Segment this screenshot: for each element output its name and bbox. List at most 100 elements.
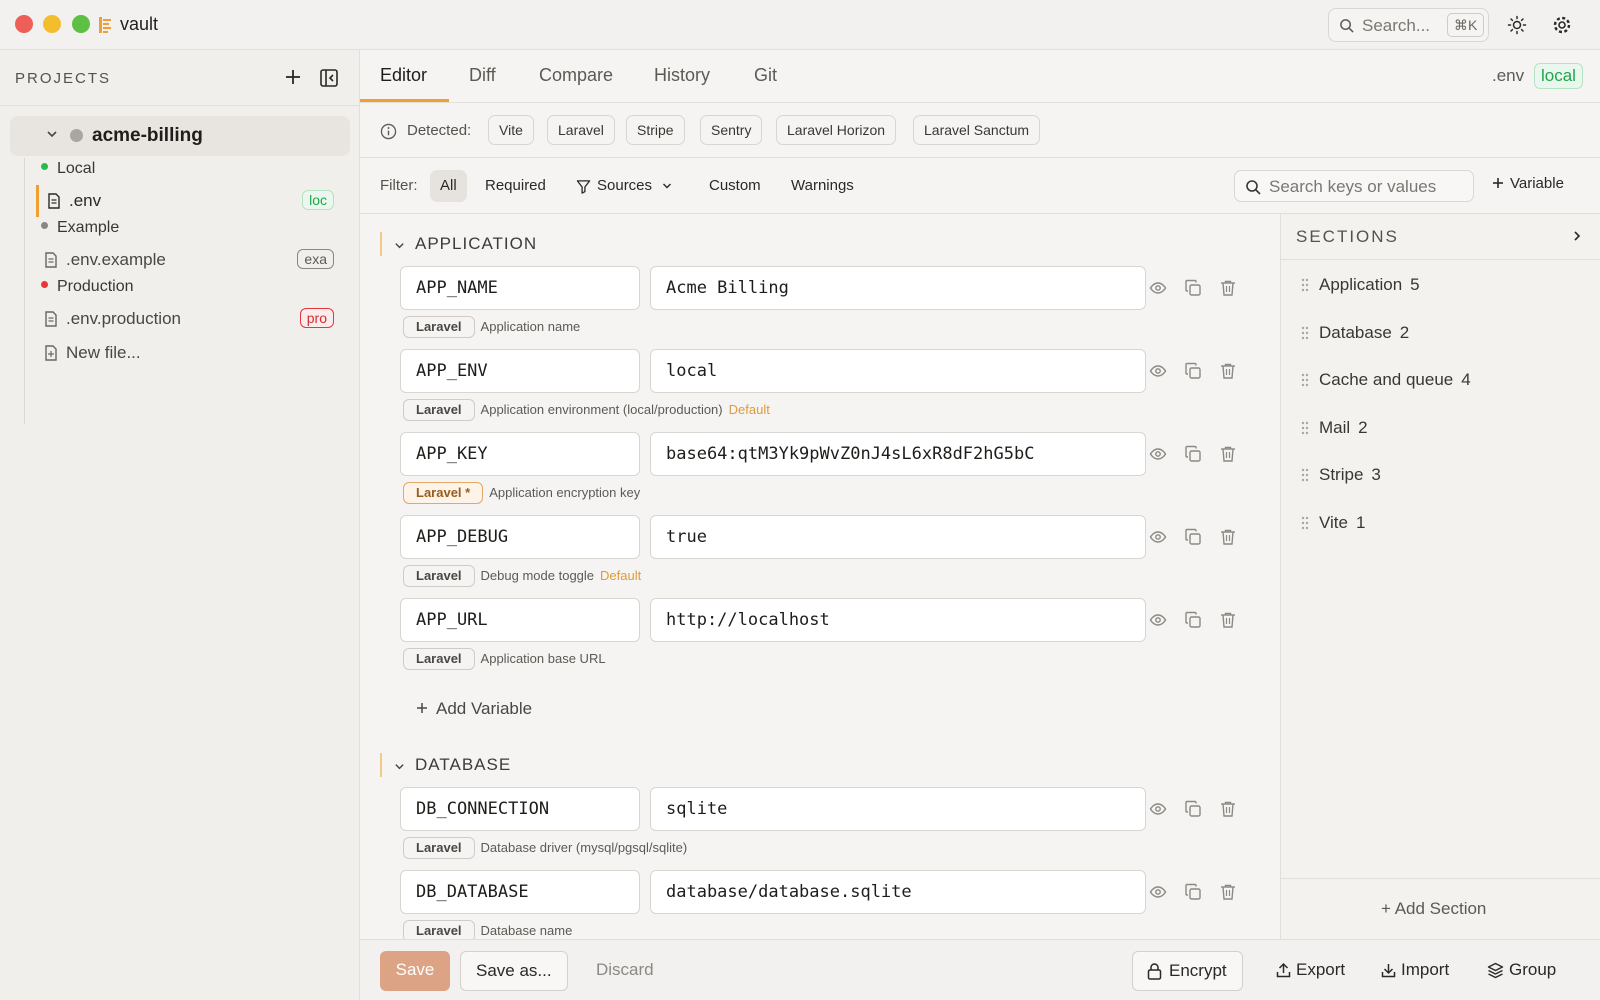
source-tag[interactable]: Laravel: [403, 316, 475, 338]
variable-value-field[interactable]: true: [650, 515, 1146, 559]
detected-chip-vite[interactable]: Vite: [488, 115, 534, 145]
detected-chip-stripe[interactable]: Stripe: [626, 115, 685, 145]
filter-all[interactable]: All: [430, 170, 467, 202]
drag-handle-icon[interactable]: [1301, 516, 1309, 530]
save-button[interactable]: Save: [380, 951, 450, 991]
drag-handle-icon[interactable]: [1301, 326, 1309, 340]
variable-value-field[interactable]: local: [650, 349, 1146, 393]
copy-icon[interactable]: [1184, 445, 1202, 467]
copy-icon[interactable]: [1184, 800, 1202, 822]
file-item-env[interactable]: .env loc: [36, 185, 342, 217]
variable-key-field[interactable]: DB_CONNECTION: [400, 787, 640, 831]
reveal-eye-icon[interactable]: [1149, 528, 1167, 550]
variable-search-input[interactable]: [1269, 175, 1465, 199]
global-search[interactable]: Search... ⌘K: [1328, 8, 1489, 42]
variable-value-field[interactable]: http://localhost: [650, 598, 1146, 642]
variable-key-field[interactable]: APP_URL: [400, 598, 640, 642]
delete-trash-icon[interactable]: [1219, 362, 1237, 384]
variable-value-field[interactable]: sqlite: [650, 787, 1146, 831]
section-header[interactable]: APPLICATION: [380, 230, 680, 260]
theme-toggle-icon[interactable]: [1507, 15, 1527, 35]
tab-editor[interactable]: Editor: [380, 65, 427, 86]
reveal-eye-icon[interactable]: [1149, 800, 1167, 822]
detected-chip-laravel-sanctum[interactable]: Laravel Sanctum: [913, 115, 1041, 145]
chevron-right-icon[interactable]: [1571, 230, 1583, 242]
source-tag[interactable]: Laravel: [403, 837, 475, 859]
filter-warnings[interactable]: Warnings: [781, 170, 864, 202]
delete-trash-icon[interactable]: [1219, 800, 1237, 822]
delete-trash-icon[interactable]: [1219, 445, 1237, 467]
file-name: .env.example: [66, 250, 166, 269]
reveal-eye-icon[interactable]: [1149, 279, 1167, 301]
sidebar-title: PROJECTS: [15, 70, 112, 87]
copy-icon[interactable]: [1184, 279, 1202, 301]
encrypt-button[interactable]: Encrypt: [1132, 951, 1243, 991]
variable-key-field[interactable]: APP_NAME: [400, 266, 640, 310]
variable-key-field[interactable]: APP_KEY: [400, 432, 640, 476]
section-header[interactable]: DATABASE: [380, 751, 680, 781]
settings-gear-icon[interactable]: [1552, 15, 1572, 35]
section-list-count: 5: [1410, 275, 1420, 294]
copy-icon[interactable]: [1184, 883, 1202, 905]
discard-button[interactable]: Discard: [581, 951, 669, 991]
drag-handle-icon[interactable]: [1301, 421, 1309, 435]
variable-value-field[interactable]: base64:qtM3Yk9pWvZ0nJ4sL6xR8dF2hG5bC: [650, 432, 1146, 476]
reveal-eye-icon[interactable]: [1149, 883, 1167, 905]
source-tag[interactable]: Laravel *: [403, 482, 484, 504]
import-button[interactable]: Import: [1367, 951, 1464, 991]
group-button[interactable]: Group: [1473, 951, 1571, 991]
source-tag[interactable]: Laravel: [403, 648, 475, 670]
variable-meta: Laravel Application name: [403, 316, 580, 338]
copy-icon[interactable]: [1184, 528, 1202, 550]
zoom-window-button[interactable]: [72, 15, 90, 33]
file-item-env-example[interactable]: .env.example exa: [36, 244, 342, 276]
variable-key-field[interactable]: APP_DEBUG: [400, 515, 640, 559]
add-variable-inline-button[interactable]: Add Variable: [416, 699, 532, 719]
variable-description: Database driver (mysql/pgsql/sqlite): [480, 840, 688, 855]
copy-icon[interactable]: [1184, 362, 1202, 384]
drag-handle-icon[interactable]: [1301, 468, 1309, 482]
plus-icon: [1493, 178, 1503, 189]
add-variable-label: Variable: [1510, 175, 1564, 192]
variable-key-field[interactable]: DB_DATABASE: [400, 870, 640, 914]
tab-git[interactable]: Git: [754, 65, 777, 86]
collapse-sidebar-icon[interactable]: [319, 68, 339, 88]
tab-compare[interactable]: Compare: [539, 65, 613, 86]
save-as-button[interactable]: Save as...: [460, 951, 568, 991]
detected-chip-sentry[interactable]: Sentry: [700, 115, 763, 145]
filter-sources[interactable]: Sources: [566, 170, 682, 202]
delete-trash-icon[interactable]: [1219, 528, 1237, 550]
detected-chip-laravel-horizon[interactable]: Laravel Horizon: [776, 115, 897, 145]
new-file-button[interactable]: New file...: [36, 337, 342, 369]
variable-value-field[interactable]: database/database.sqlite: [650, 870, 1146, 914]
source-tag[interactable]: Laravel: [403, 565, 475, 587]
detected-chip-laravel[interactable]: Laravel: [547, 115, 615, 145]
minimize-window-button[interactable]: [43, 15, 61, 33]
copy-icon[interactable]: [1184, 611, 1202, 633]
section-accent-bar: [380, 232, 382, 256]
delete-trash-icon[interactable]: [1219, 611, 1237, 633]
filter-custom[interactable]: Custom: [699, 170, 771, 202]
source-tag[interactable]: Laravel: [403, 920, 475, 939]
drag-handle-icon[interactable]: [1301, 278, 1309, 292]
tab-diff[interactable]: Diff: [469, 65, 496, 86]
drag-handle-icon[interactable]: [1301, 373, 1309, 387]
variable-key-field[interactable]: APP_ENV: [400, 349, 640, 393]
export-button[interactable]: Export: [1262, 951, 1360, 991]
reveal-eye-icon[interactable]: [1149, 445, 1167, 467]
variable-search[interactable]: [1234, 170, 1474, 202]
source-tag[interactable]: Laravel: [403, 399, 475, 421]
close-window-button[interactable]: [15, 15, 33, 33]
reveal-eye-icon[interactable]: [1149, 362, 1167, 384]
delete-trash-icon[interactable]: [1219, 883, 1237, 905]
variable-value-field[interactable]: Acme Billing: [650, 266, 1146, 310]
add-project-icon[interactable]: [284, 68, 302, 86]
project-acme-billing[interactable]: acme-billing: [10, 116, 350, 156]
add-section-button[interactable]: + Add Section: [1381, 899, 1486, 919]
file-item-env-production[interactable]: .env.production pro: [36, 303, 342, 335]
reveal-eye-icon[interactable]: [1149, 611, 1167, 633]
delete-trash-icon[interactable]: [1219, 279, 1237, 301]
tab-history[interactable]: History: [654, 65, 710, 86]
filter-required[interactable]: Required: [475, 170, 556, 202]
add-variable-button[interactable]: Variable: [1492, 175, 1564, 192]
